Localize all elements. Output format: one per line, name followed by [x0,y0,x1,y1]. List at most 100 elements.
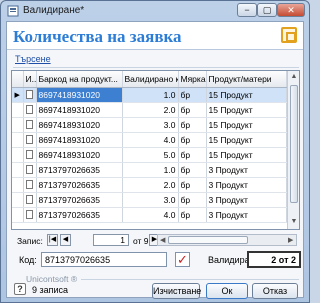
cell-product[interactable]: 3 Продукт [206,192,287,208]
divider [81,279,299,280]
table-row[interactable]: ▶ 8697418931020 1.0 бр 15 Продукт [12,87,287,103]
document-icon[interactable] [23,102,37,118]
cell-barcode[interactable]: 8713797026635 [36,192,123,208]
column-header-barcode[interactable]: Баркод на продукт... [36,71,123,88]
cell-validated-qty[interactable]: 3.0 [122,117,179,133]
row-selector-header [12,71,24,88]
cell-unit[interactable]: бр [178,177,207,193]
cell-product[interactable]: 15 Продукт [206,87,287,103]
window-title: Валидиране* [23,5,85,16]
document-icon[interactable] [23,192,37,208]
row-selector[interactable]: ▶ [12,87,24,103]
cell-unit[interactable]: бр [178,147,207,163]
vertical-scrollbar[interactable]: ▲ ▼ [287,71,299,229]
cell-barcode[interactable]: 8697418931020 [36,147,123,163]
cell-barcode[interactable]: 8697418931020 [36,117,123,133]
divider [13,67,299,68]
row-selector[interactable] [12,102,24,118]
minimize-button[interactable]: − [237,3,257,17]
cell-product[interactable]: 3 Продукт [206,177,287,193]
column-header-icon[interactable]: И... [23,71,37,88]
table-row[interactable]: 8697418931020 2.0 бр 15 Продукт [12,102,287,118]
table-row[interactable]: 8697418931020 4.0 бр 15 Продукт [12,132,287,148]
cell-validated-qty[interactable]: 1.0 [122,162,179,178]
cell-validated-qty[interactable]: 2.0 [122,177,179,193]
table-row[interactable]: 8713797026635 1.0 бр 3 Продукт [12,162,287,178]
search-link[interactable]: Търсене [15,54,51,64]
clear-button[interactable]: Изчистване [152,283,201,299]
maximize-button[interactable]: ▢ [257,3,277,17]
document-icon[interactable] [23,147,37,163]
cell-unit[interactable]: бр [178,207,207,223]
cell-barcode[interactable]: 8697418931020 [36,132,123,148]
cell-product[interactable]: 15 Продукт [206,132,287,148]
first-record-icon[interactable]: |◀ [47,234,58,246]
record-total: от 9 [133,236,149,246]
cell-barcode[interactable]: 8713797026635 [36,162,123,178]
cell-validated-qty[interactable]: 4.0 [122,207,179,223]
cell-validated-qty[interactable]: 4.0 [122,132,179,148]
horizontal-scrollbar[interactable]: ◀ ▶ [157,234,297,246]
cancel-button[interactable]: Отказ [252,283,298,299]
scroll-left-icon[interactable]: ◀ [160,236,165,244]
records-table: И... Баркод на продукт... Валидирано кол… [12,71,287,223]
document-icon[interactable] [23,117,37,133]
cell-product[interactable]: 3 Продукт [206,162,287,178]
scroll-right-icon[interactable]: ▶ [288,236,293,244]
data-grid[interactable]: И... Баркод на продукт... Валидирано кол… [11,70,300,230]
close-button[interactable]: ✕ [277,3,305,17]
cell-product[interactable]: 15 Продукт [206,117,287,133]
scroll-down-icon[interactable]: ▼ [290,218,298,226]
logo-icon [281,27,297,43]
validated-count: 2 от 2 [247,251,301,268]
document-icon[interactable] [23,132,37,148]
row-selector[interactable] [12,177,24,193]
row-selector[interactable] [12,162,24,178]
cell-product[interactable]: 3 Продукт [206,207,287,223]
cell-barcode[interactable]: 8697418931020 [36,102,123,118]
row-selector[interactable] [12,147,24,163]
column-header-product[interactable]: Продукт/матери [206,71,287,88]
cell-validated-qty[interactable]: 2.0 [122,102,179,118]
cell-product[interactable]: 15 Продукт [206,147,287,163]
cell-unit[interactable]: бр [178,87,207,103]
cell-product[interactable]: 15 Продукт [206,102,287,118]
ok-button[interactable]: Ок [206,283,248,299]
cell-validated-qty[interactable]: 3.0 [122,192,179,208]
cell-unit[interactable]: бр [178,117,207,133]
row-selector[interactable] [12,192,24,208]
cell-validated-qty[interactable]: 5.0 [122,147,179,163]
document-icon[interactable] [23,207,37,223]
cell-unit[interactable]: бр [178,162,207,178]
help-icon[interactable]: ? [14,283,26,295]
code-input[interactable]: 8713797026635 [41,252,167,267]
cell-unit[interactable]: бр [178,132,207,148]
cell-unit[interactable]: бр [178,192,207,208]
table-row[interactable]: 8697418931020 5.0 бр 15 Продукт [12,147,287,163]
cell-unit[interactable]: бр [178,102,207,118]
table-row[interactable]: 8713797026635 4.0 бр 3 Продукт [12,207,287,223]
table-row[interactable]: 8713797026635 3.0 бр 3 Продукт [12,192,287,208]
document-icon[interactable] [23,177,37,193]
cell-barcode[interactable]: 8697418931020 [36,87,123,103]
row-selector[interactable] [12,117,24,133]
current-record-input[interactable]: 1 [93,234,129,246]
column-header-unit[interactable]: Мярка [178,71,207,88]
horizontal-scroll-thumb[interactable] [168,236,248,244]
row-selector[interactable] [12,207,24,223]
cell-barcode[interactable]: 8713797026635 [36,177,123,193]
document-icon[interactable] [23,87,37,103]
previous-record-icon[interactable]: ◀ [60,234,71,246]
brand-label: Unicontsoft ® [26,274,78,284]
scroll-up-icon[interactable]: ▲ [290,73,298,81]
cell-barcode[interactable]: 8713797026635 [36,207,123,223]
title-bar[interactable]: Валидиране* − ▢ ✕ [1,1,309,21]
row-selector[interactable] [12,132,24,148]
checkmark-icon[interactable]: ✓ [175,252,190,267]
table-row[interactable]: 8713797026635 2.0 бр 3 Продукт [12,177,287,193]
column-header-validated-qty[interactable]: Валидирано кол... [122,71,179,88]
cell-validated-qty[interactable]: 1.0 [122,87,179,103]
scrollbar-thumb[interactable] [290,85,298,203]
document-icon[interactable] [23,162,37,178]
table-row[interactable]: 8697418931020 3.0 бр 15 Продукт [12,117,287,133]
